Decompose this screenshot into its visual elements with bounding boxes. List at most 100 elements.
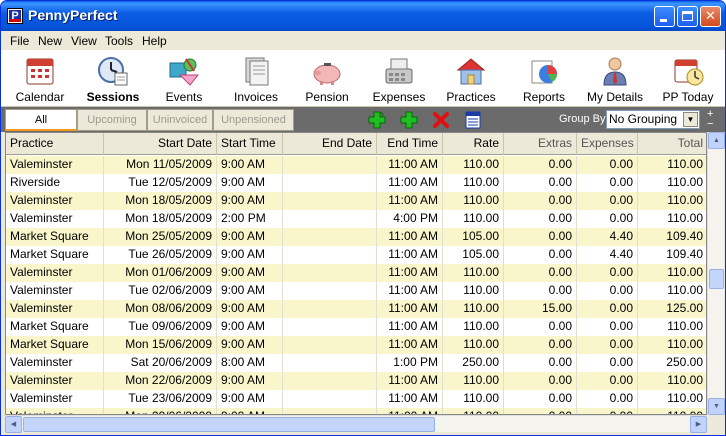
menu-file[interactable]: File — [10, 34, 29, 48]
table-row[interactable]: Market Square Tue 26/05/2009 9:00 AM 11:00 … — [6, 246, 706, 264]
menu-view[interactable]: View — [71, 34, 97, 48]
sessions-icon — [98, 57, 128, 86]
column-header-rate[interactable]: Rate — [443, 133, 504, 155]
tab-all[interactable]: All — [5, 109, 77, 131]
add-series-icon[interactable] — [368, 111, 386, 129]
scroll-left-icon[interactable]: ◀ — [5, 416, 22, 433]
grid-header: Practice Start Date Start Time End Date … — [6, 133, 706, 155]
toolbar-practices-label: Practices — [446, 90, 496, 104]
cell-expenses: 0.00 — [577, 156, 638, 174]
table-row[interactable]: Market Square Mon 25/05/2009 9:00 AM 11:00 … — [6, 228, 706, 246]
cell-expenses: 0.00 — [577, 300, 638, 318]
add-icon[interactable] — [400, 111, 418, 129]
column-header-start-date[interactable]: Start Date — [104, 133, 217, 155]
horizontal-scroll-thumb[interactable] — [23, 417, 435, 432]
cell-expenses: 0.00 — [577, 264, 638, 282]
toolbar-calendar[interactable]: Calendar — [5, 52, 75, 106]
column-header-end-time[interactable]: End Time — [377, 133, 443, 155]
toolbar-calendar-label: Calendar — [15, 90, 65, 104]
cell-total: 110.00 — [638, 318, 706, 336]
delete-icon[interactable] — [432, 111, 450, 129]
vertical-scroll-thumb[interactable] — [709, 269, 724, 289]
scroll-down-icon[interactable]: ▼ — [708, 398, 725, 415]
column-header-total[interactable]: Total — [638, 133, 706, 155]
cell-expenses: 0.00 — [577, 318, 638, 336]
table-row[interactable]: Valeminster Mon 22/06/2009 9:00 AM 11:00 AM… — [6, 372, 706, 390]
tab-uninvoiced[interactable]: Uninvoiced — [147, 109, 213, 131]
cell-practice: Valeminster — [6, 192, 104, 210]
cell-rate: 110.00 — [443, 192, 504, 210]
table-row[interactable]: Valeminster Tue 23/06/2009 9:00 AM 11:00 AM… — [6, 390, 706, 408]
title-bar[interactable]: P PennyPerfect ✕ — [1, 1, 725, 31]
cell-start-time: 9:00 AM — [217, 408, 283, 414]
table-row[interactable]: Valeminster Mon 08/06/2009 9:00 AM 11:00 AM… — [6, 300, 706, 318]
cell-total: 110.00 — [638, 210, 706, 228]
cell-start-date: Mon 25/05/2009 — [104, 228, 217, 246]
cell-start-time: 9:00 AM — [217, 390, 283, 408]
cell-total: 110.00 — [638, 408, 706, 414]
group-by-value: No Grouping — [609, 112, 678, 126]
horizontal-scrollbar[interactable]: ◀ ▶ — [5, 415, 707, 433]
tab-unpensioned[interactable]: Unpensioned — [213, 109, 294, 131]
menu-tools[interactable]: Tools — [105, 34, 133, 48]
menu-help[interactable]: Help — [142, 34, 167, 48]
toolbar-expenses[interactable]: Expenses — [364, 52, 434, 106]
cell-total: 110.00 — [638, 390, 706, 408]
table-row[interactable]: Riverside Tue 12/05/2009 9:00 AM 11:00 AM 11… — [6, 174, 706, 192]
column-header-end-date[interactable]: End Date — [283, 133, 377, 155]
cell-expenses: 0.00 — [577, 390, 638, 408]
toolbar-events[interactable]: Events — [149, 52, 219, 106]
chevron-down-icon[interactable]: ▼ — [683, 112, 698, 127]
minimize-button[interactable] — [654, 6, 675, 27]
size-grip — [707, 415, 724, 432]
cell-start-time: 9:00 AM — [217, 228, 283, 246]
cell-rate: 110.00 — [443, 264, 504, 282]
cell-extras: 0.00 — [504, 192, 577, 210]
vertical-scrollbar[interactable]: ▲ ▼ — [707, 132, 725, 415]
column-header-extras[interactable]: Extras — [504, 133, 577, 155]
cell-extras: 0.00 — [504, 390, 577, 408]
table-row[interactable]: Valeminster Mon 18/05/2009 2:00 PM 4:00 PM 1… — [6, 210, 706, 228]
table-row[interactable]: Valeminster Mon 01/06/2009 9:00 AM 11:00 AM… — [6, 264, 706, 282]
scroll-right-icon[interactable]: ▶ — [690, 416, 707, 433]
toolbar-practices[interactable]: Practices — [436, 52, 506, 106]
cell-start-date: Tue 09/06/2009 — [104, 318, 217, 336]
cell-extras: 0.00 — [504, 336, 577, 354]
close-button[interactable]: ✕ — [700, 6, 721, 27]
toolbar-sessions[interactable]: Sessions — [78, 52, 148, 106]
maximize-button[interactable] — [677, 6, 698, 27]
cell-start-date: Mon 18/05/2009 — [104, 210, 217, 228]
table-row[interactable]: Valeminster Mon 11/05/2009 9:00 AM 11:00 AM… — [6, 156, 706, 174]
column-header-expenses[interactable]: Expenses — [577, 133, 638, 155]
cell-end-date — [283, 246, 377, 264]
cell-total: 250.00 — [638, 354, 706, 372]
column-header-practice[interactable]: Practice — [6, 133, 104, 155]
cell-extras: 0.00 — [504, 318, 577, 336]
menu-new[interactable]: New — [38, 34, 62, 48]
cell-end-time: 4:00 PM — [377, 210, 443, 228]
table-row[interactable]: ValeminsterMon 29/06/20099:00 AM 11:00 AM… — [6, 408, 706, 414]
maximize-icon — [682, 11, 693, 21]
my-details-icon — [603, 57, 627, 86]
cell-start-date: Tue 02/06/2009 — [104, 282, 217, 300]
column-header-start-time[interactable]: Start Time — [217, 133, 283, 155]
details-icon[interactable] — [464, 111, 482, 129]
scroll-up-icon[interactable]: ▲ — [708, 132, 725, 149]
cell-start-time: 9:00 AM — [217, 282, 283, 300]
table-row[interactable]: Valeminster Mon 18/05/2009 9:00 AM 11:00 AM… — [6, 192, 706, 210]
cell-practice: Valeminster — [6, 390, 104, 408]
expand-collapse-icon[interactable]: + − — [707, 109, 713, 130]
toolbar-pension[interactable]: Pension — [292, 52, 362, 106]
toolbar-reports[interactable]: Reports — [509, 52, 579, 106]
cell-practice: Valeminster — [6, 282, 104, 300]
tab-upcoming[interactable]: Upcoming — [77, 109, 147, 131]
table-row[interactable]: Valeminster Tue 02/06/2009 9:00 AM 11:00 AM… — [6, 282, 706, 300]
toolbar-my-details[interactable]: My Details — [580, 52, 650, 106]
table-row[interactable]: Market Square Mon 15/06/2009 9:00 AM 11:00 … — [6, 336, 706, 354]
group-by-select[interactable]: No Grouping ▼ — [606, 110, 700, 129]
toolbar-invoices[interactable]: Invoices — [221, 52, 291, 106]
table-row[interactable]: Market Square Tue 09/06/2009 9:00 AM 11:00 … — [6, 318, 706, 336]
toolbar-pp-today[interactable]: PP Today — [653, 52, 723, 106]
calendar-icon — [26, 58, 54, 85]
table-row[interactable]: Valeminster Sat 20/06/2009 8:00 AM 1:00 PM 2… — [6, 354, 706, 372]
